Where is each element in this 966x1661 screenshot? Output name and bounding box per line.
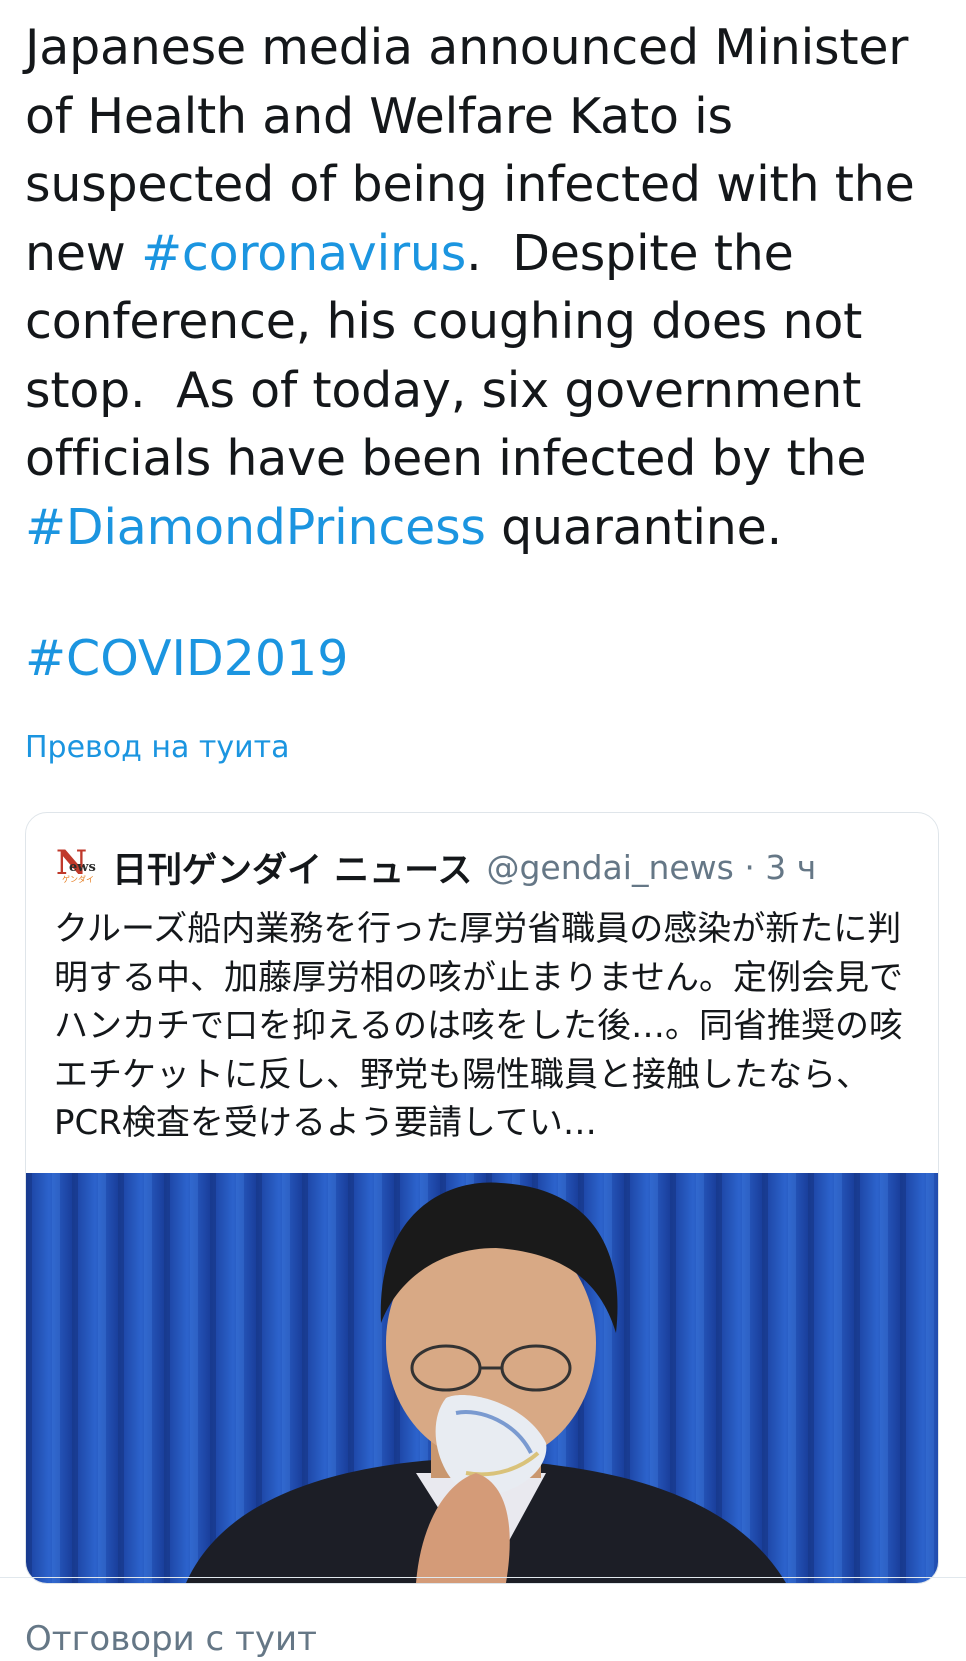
- translate-tweet-link[interactable]: Превод на туита: [25, 728, 290, 768]
- avatar-logo-letters: ews: [69, 860, 96, 875]
- hashtag-covid2019-link[interactable]: #COVID2019: [25, 625, 348, 693]
- hashtag-diamondprincess-link[interactable]: #DiamondPrincess: [25, 499, 486, 556]
- quoted-tweet-header: N ews ゲンダイ 日刊ゲンダイ ニュース @gendai_news · 3 …: [56, 841, 816, 893]
- quoted-tweet-card[interactable]: N ews ゲンダイ 日刊ゲンダイ ニュース @gendai_news · 3 …: [25, 812, 939, 1584]
- avatar[interactable]: N ews ゲンダイ: [56, 846, 98, 888]
- avatar-logo-sub: ゲンダイ: [62, 875, 94, 884]
- footer-divider: [0, 1577, 966, 1578]
- quoted-tweet-text: クルーズ船内業務を行った厚労省職員の感染が新たに判明する中、加藤厚労相の咳が止ま…: [54, 909, 903, 1143]
- quoted-author-handle: @gendai_news · 3 ч: [486, 847, 817, 887]
- reply-with-tweet-link[interactable]: Отговори с туит: [25, 1617, 317, 1661]
- quoted-author-name[interactable]: 日刊ゲンダイ ニュース: [112, 842, 472, 893]
- tweet-text-part: quarantine.: [485, 498, 782, 556]
- quoted-tweet-photo[interactable]: [26, 1173, 938, 1583]
- tweet-body: Japanese media announced Minister of Hea…: [25, 14, 945, 562]
- hashtag-coronavirus-link[interactable]: #coronavirus: [141, 225, 466, 282]
